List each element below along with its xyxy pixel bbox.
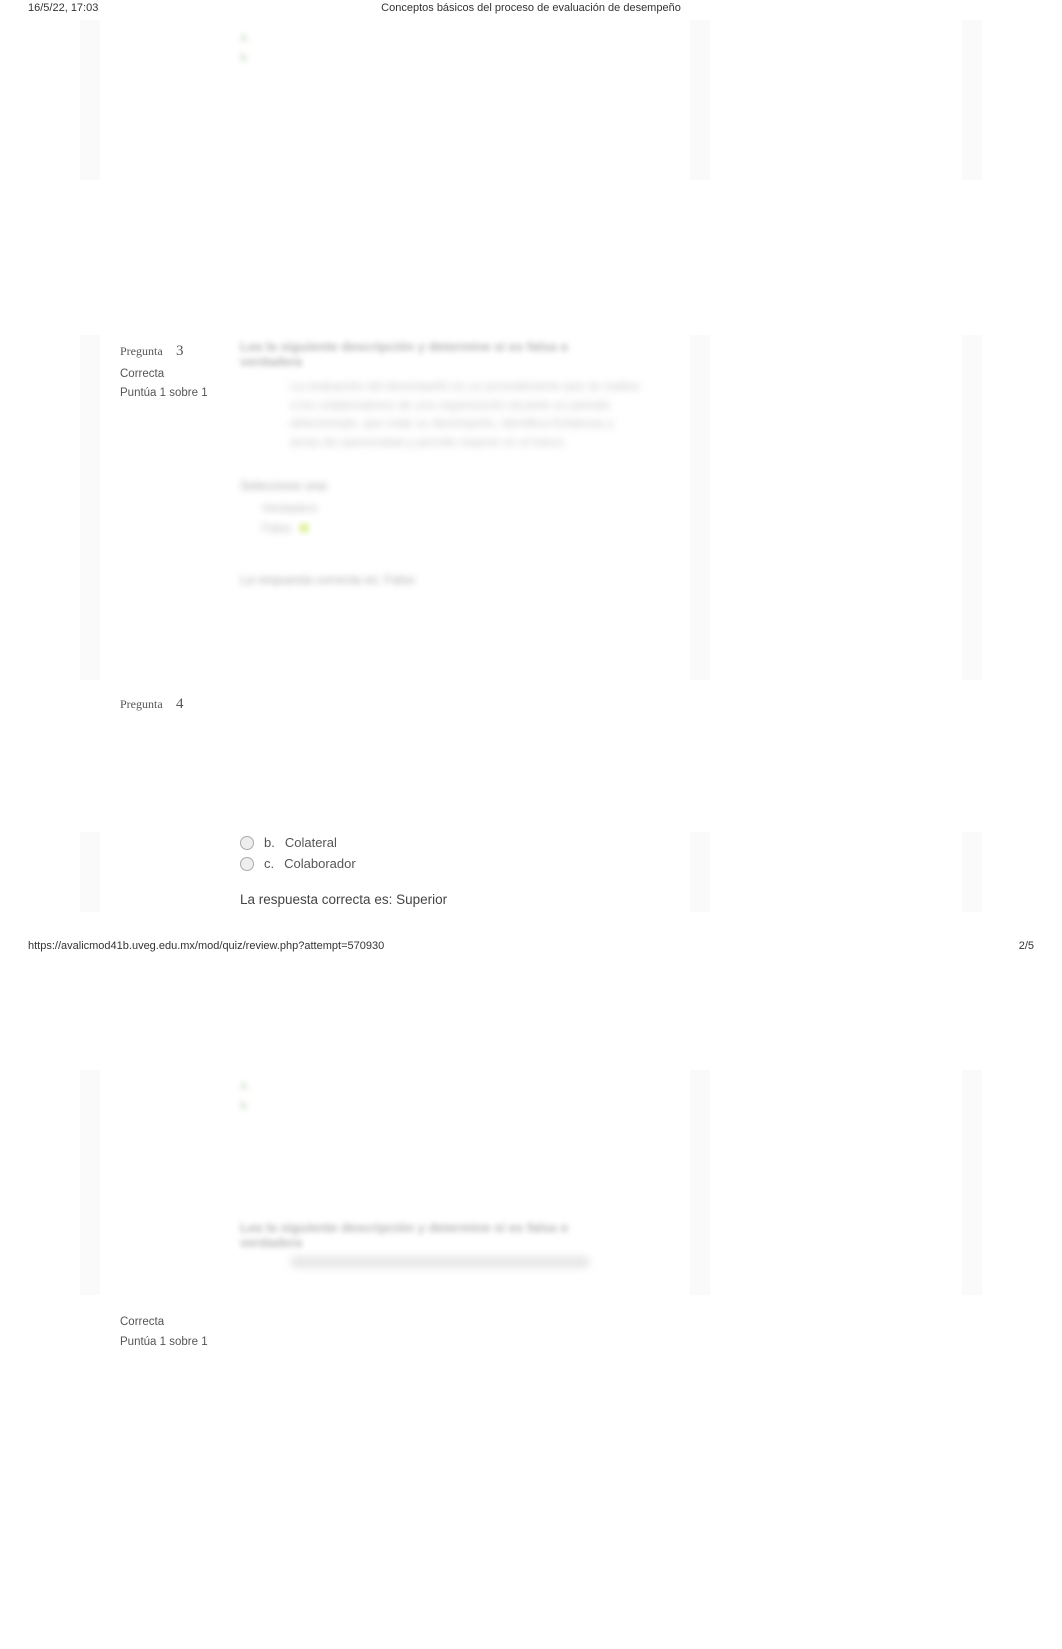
option-letter: b. <box>264 835 275 850</box>
info-grey-strip <box>80 335 100 680</box>
question-content: Lea la siguiente descripción y determine… <box>240 339 640 587</box>
blurred-prompt-line2: verdadera <box>240 1235 590 1250</box>
content-grey-strip-mid <box>690 1070 710 1295</box>
option-letter: c. <box>264 856 274 871</box>
question-score: Puntúa 1 sobre 1 <box>120 384 208 404</box>
print-title: Conceptos básicos del proceso de evaluac… <box>0 2 1062 14</box>
radio-icon[interactable] <box>240 857 254 871</box>
content-grey-strip-mid <box>690 20 710 180</box>
info-grey-strip <box>80 20 100 180</box>
question-info-lower: Correcta Puntúa 1 sobre 1 <box>120 1313 208 1352</box>
blurred-opt-b: Falso <box>262 521 291 535</box>
blurred-prompt-line2: verdadera <box>240 354 640 369</box>
option-row[interactable]: b. Colateral <box>240 832 447 853</box>
blurred-paragraph: La evaluación del desempeño es un proced… <box>240 377 640 451</box>
content-grey-strip-right <box>962 1070 982 1295</box>
question-number: 3 <box>176 343 184 359</box>
content-grey-strip-right <box>962 20 982 180</box>
check-icon <box>295 519 313 537</box>
page-print-footer: https://avalicmod41b.uveg.edu.mx/mod/qui… <box>0 940 1062 952</box>
option-text: Colaborador <box>284 856 356 871</box>
footer-page-indicator: 2/5 <box>1019 940 1034 952</box>
blurred-repeat-prompt: Lea la siguiente descripción y determine… <box>240 1220 590 1268</box>
page-print-header: 16/5/22, 17:03 Conceptos básicos del pro… <box>0 0 1062 14</box>
blurred-option-a: a. <box>240 1078 250 1092</box>
question-info: Pregunta 3 Correcta Puntúa 1 sobre 1 <box>120 339 208 404</box>
question-content: b. Colateral c. Colaborador La respuesta… <box>240 832 447 907</box>
blurred-option-a: a. <box>240 30 250 44</box>
radio-icon[interactable] <box>240 836 254 850</box>
print-timestamp: 16/5/22, 17:03 <box>28 2 98 14</box>
info-grey-strip <box>80 832 100 912</box>
content-grey-strip-right <box>962 832 982 912</box>
correct-answer-feedback: La respuesta correcta es: Superior <box>240 892 447 907</box>
content-grey-strip-mid <box>690 335 710 680</box>
question-label: Pregunta <box>120 344 163 358</box>
content-grey-strip-right <box>962 335 982 680</box>
info-grey-strip <box>80 1070 100 1295</box>
question-info: Pregunta 4 <box>120 692 184 718</box>
blurred-lower-options: a. b. <box>240 1078 250 1112</box>
question-status: Correcta <box>120 365 208 385</box>
question-score: Puntúa 1 sobre 1 <box>120 1333 208 1353</box>
footer-url: https://avalicmod41b.uveg.edu.mx/mod/qui… <box>28 940 384 952</box>
blurred-top-options: a. b. <box>240 30 250 64</box>
blurred-opt-a: Verdadero <box>262 501 317 515</box>
option-text: Colateral <box>285 835 337 850</box>
blurred-select-label: Seleccione una: <box>240 479 640 493</box>
blurred-feedback: La respuesta correcta es: Falso <box>240 573 640 587</box>
blurred-prompt-line1: Lea la siguiente descripción y determine… <box>240 339 640 354</box>
question-label: Pregunta <box>120 697 163 711</box>
blurred-option-b: b. <box>240 50 250 64</box>
blurred-prompt-line1: Lea la siguiente descripción y determine… <box>240 1220 590 1235</box>
blurred-line <box>290 1256 590 1268</box>
question-number: 4 <box>176 696 184 712</box>
blurred-option-b: b. <box>240 1098 250 1112</box>
option-row[interactable]: c. Colaborador <box>240 853 447 874</box>
question-status: Correcta <box>120 1313 208 1333</box>
content-grey-strip-mid <box>690 832 710 912</box>
